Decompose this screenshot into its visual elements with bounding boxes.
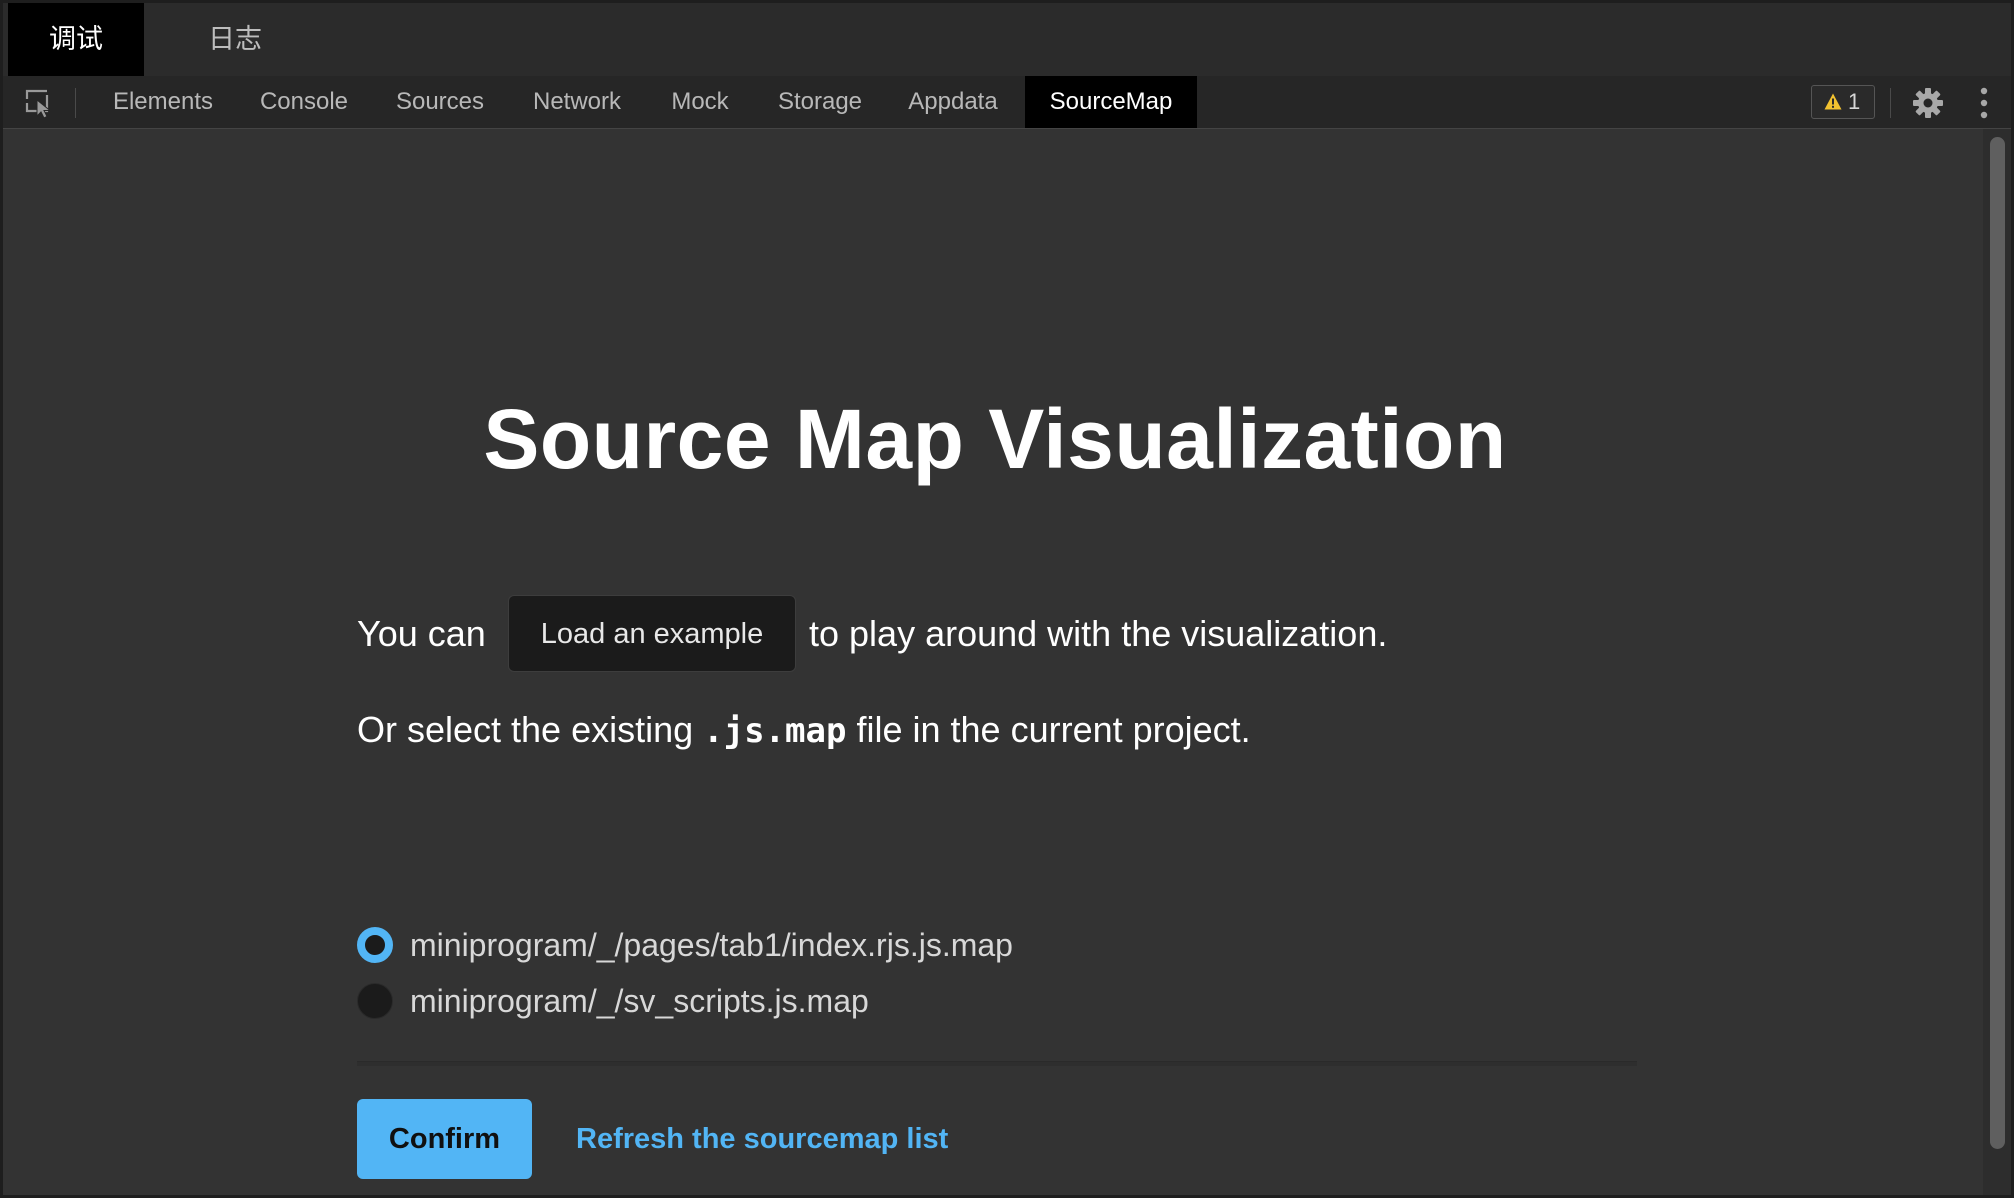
more-vertical-icon[interactable]	[1977, 86, 1991, 120]
warning-icon	[1824, 93, 1842, 110]
tab-storage[interactable]: Storage	[765, 76, 875, 128]
select-instruction: Or select the existing .js.map file in t…	[357, 709, 1251, 751]
scrollbar[interactable]	[1983, 129, 2011, 1195]
warning-badge[interactable]: 1	[1811, 85, 1875, 119]
file-option-label[interactable]: miniprogram/_/sv_scripts.js.map	[410, 981, 869, 1021]
devtools-toolbar: Elements Console Sources Network Mock St…	[3, 76, 2011, 129]
select-prefix: Or select the existing	[357, 709, 694, 750]
file-extension-code: .js.map	[703, 711, 847, 751]
page-title: Source Map Visualization	[483, 392, 1507, 486]
gear-icon[interactable]	[1912, 87, 1944, 119]
intro-prefix: You can	[357, 613, 486, 654]
tab-network[interactable]: Network	[517, 76, 637, 128]
tab-sources[interactable]: Sources	[377, 76, 503, 128]
devtools-window: 调试 日志 Elements Console Sources Network M…	[0, 0, 2014, 1198]
inspect-element-icon[interactable]	[23, 87, 55, 119]
tab-mock[interactable]: Mock	[651, 76, 749, 128]
file-option-label[interactable]: miniprogram/_/pages/tab1/index.rjs.js.ma…	[410, 925, 1013, 965]
warning-count: 1	[1848, 89, 1861, 114]
intro-suffix: to play around with the visualization.	[809, 613, 1388, 654]
refresh-sourcemap-link[interactable]: Refresh the sourcemap list	[576, 1119, 948, 1159]
tab-console[interactable]: Console	[239, 76, 369, 128]
tab-log[interactable]: 日志	[167, 3, 303, 76]
section-divider	[357, 1061, 1637, 1066]
scrollbar-thumb[interactable]	[1990, 137, 2005, 1149]
sourcemap-panel: Source Map Visualization You can Load an…	[3, 129, 1987, 1195]
top-tab-bar: 调试 日志	[3, 3, 2011, 76]
select-suffix: file in the current project.	[856, 709, 1251, 750]
toolbar-divider	[75, 88, 76, 118]
confirm-button[interactable]: Confirm	[357, 1099, 532, 1179]
toolbar-divider	[1890, 88, 1891, 118]
load-example-button[interactable]: Load an example	[508, 595, 796, 672]
tab-appdata[interactable]: Appdata	[889, 76, 1017, 128]
radio-button-selected[interactable]	[357, 927, 393, 963]
radio-button-unselected[interactable]	[357, 983, 393, 1019]
tab-elements[interactable]: Elements	[91, 76, 235, 128]
tab-debug[interactable]: 调试	[8, 3, 144, 76]
tab-sourcemap[interactable]: SourceMap	[1025, 76, 1197, 128]
